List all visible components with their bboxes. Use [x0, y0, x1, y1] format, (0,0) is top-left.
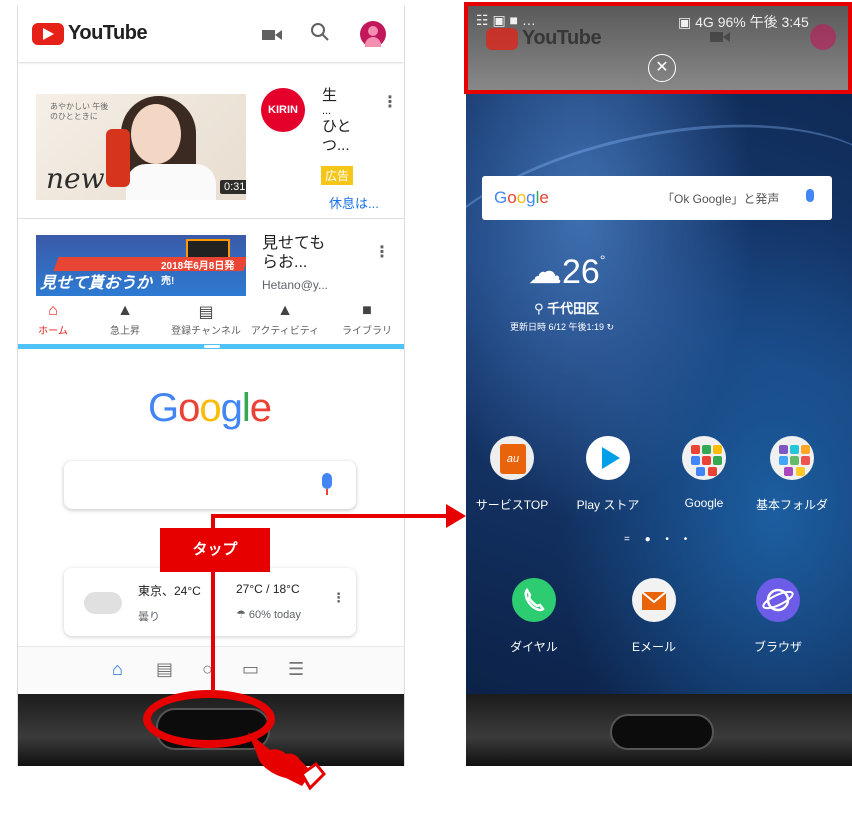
ad-link[interactable]: 休息は... [329, 193, 379, 212]
search-hint: 「Ok Google」と発声 [662, 192, 780, 206]
app-label: Google [684, 496, 724, 510]
app-label: ダイヤル [510, 640, 558, 654]
video2-channel[interactable]: Hetano@y... [262, 278, 328, 292]
subscriptions-icon: ▤ [198, 304, 214, 321]
bell-icon: ▲ [277, 302, 293, 319]
weather-condition: 曇り [138, 611, 160, 623]
video-thumbnail-ad[interactable]: あやかしい 午後のひとときに new 0:31 [36, 94, 246, 200]
highlight-frame [464, 2, 852, 94]
google-search-widget[interactable]: Google 「Ok Google」と発声 [482, 176, 832, 220]
channel-avatar-kirin[interactable]: KIRIN [261, 88, 305, 132]
folder-icon: ■ [362, 302, 372, 319]
app-label: ブラウザ [753, 640, 802, 654]
divider [18, 218, 404, 219]
youtube-bottom-nav: ⌂ ホーム ▲ 急上昇 ▤ 登録チャンネル ▲ アクティビティ ■ ライブラリ [18, 296, 404, 344]
home-icon: ⌂ [48, 302, 58, 319]
inbox-icon[interactable]: ▤ [156, 659, 173, 680]
google-logo: Google [494, 188, 549, 207]
google-search-input[interactable] [64, 461, 356, 509]
play-store-icon[interactable] [586, 436, 630, 480]
nav-trending[interactable]: ▲ 急上昇 [90, 302, 160, 337]
flame-icon: ▲ [117, 302, 133, 319]
phone-icon[interactable] [512, 578, 556, 622]
play-triangle-icon [43, 28, 54, 40]
cloud-icon [84, 592, 122, 614]
weather-rain: ☂ 60% today [236, 609, 301, 621]
mic-icon[interactable] [806, 189, 814, 202]
video-duration: 0:31 [220, 180, 246, 194]
nav-home[interactable]: ⌂ ホーム [18, 302, 88, 337]
app-label: 基本フォルダ [755, 498, 828, 512]
more-options-icon[interactable]: ⋮ [332, 590, 345, 606]
weather-card[interactable]: 東京、24°C 曇り 27°C / 18°C ☂ 60% today ⋮ [64, 568, 356, 636]
weather-high-low: 27°C / 18°C [236, 582, 300, 596]
youtube-header: YouTube [18, 6, 404, 62]
nav-activity[interactable]: ▲ アクティビティ [250, 302, 320, 337]
more-options-icon[interactable]: ⋮ [382, 92, 398, 112]
ad-badge: 広告 [321, 166, 354, 185]
app-label: Play ストア [576, 498, 640, 512]
thumb-title: 見せて貰おうか [40, 275, 153, 292]
tap-label: タップ [160, 528, 270, 572]
nav-library[interactable]: ■ ライブラリ [332, 302, 402, 337]
right-phone-screen: ☷ ▣ ■ … ▣ 4G 96% 午後 3:45 YouTube ✕ Googl… [466, 6, 852, 766]
phone-bezel [466, 694, 852, 766]
app-label: サービスTOP [475, 498, 549, 512]
menu-icon[interactable]: ☰ [288, 659, 304, 680]
pointing-hand-icon [246, 728, 327, 803]
bottle-icon [106, 129, 130, 187]
weather-location: ⚲ 千代田区 [534, 301, 600, 316]
app-label: Eメール [631, 640, 676, 654]
thumb-script-text: new [46, 162, 105, 195]
camera-icon[interactable] [262, 26, 282, 47]
weather-city: 東京、24°C [138, 584, 201, 598]
google-folder-icon[interactable] [682, 436, 726, 480]
browser-icon[interactable] [756, 578, 800, 622]
more-options-icon[interactable]: ⋮ [374, 242, 390, 262]
tabs-icon[interactable]: ▭ [242, 659, 259, 680]
video2-title[interactable]: 見せても らお... [262, 234, 325, 272]
video-thumbnail[interactable]: 2018年6月8日発売! 見せて貰おうか [36, 235, 246, 297]
weather-temperature[interactable]: ☁26° [528, 252, 605, 292]
thumb-caption: あやかしい 午後のひとときに [50, 102, 109, 121]
youtube-wordmark[interactable]: YouTube [68, 22, 148, 45]
mic-icon[interactable] [322, 473, 332, 489]
account-avatar[interactable] [360, 21, 386, 47]
split-handle[interactable] [204, 345, 220, 348]
email-icon[interactable] [632, 578, 676, 622]
home-icon[interactable]: ⌂ [112, 659, 123, 680]
home-button[interactable] [610, 714, 714, 750]
page-indicator[interactable]: = ● • • [624, 534, 693, 545]
search-icon[interactable] [310, 22, 330, 47]
weather-updated: 更新日時 6/12 午後1:19 ↻ [510, 322, 615, 332]
google-logo: Google [148, 386, 272, 430]
thumb-date: 2018年6月8日発売! [161, 261, 235, 287]
video1-title[interactable]: 生 ... ひと つ... [322, 86, 352, 155]
arrow-head-icon [446, 504, 466, 528]
basic-folder-icon[interactable] [770, 436, 814, 480]
au-icon[interactable]: au [490, 436, 534, 480]
nav-subscriptions[interactable]: ▤ 登録チャンネル [163, 302, 249, 337]
arrow-line-horizontal [211, 514, 451, 518]
